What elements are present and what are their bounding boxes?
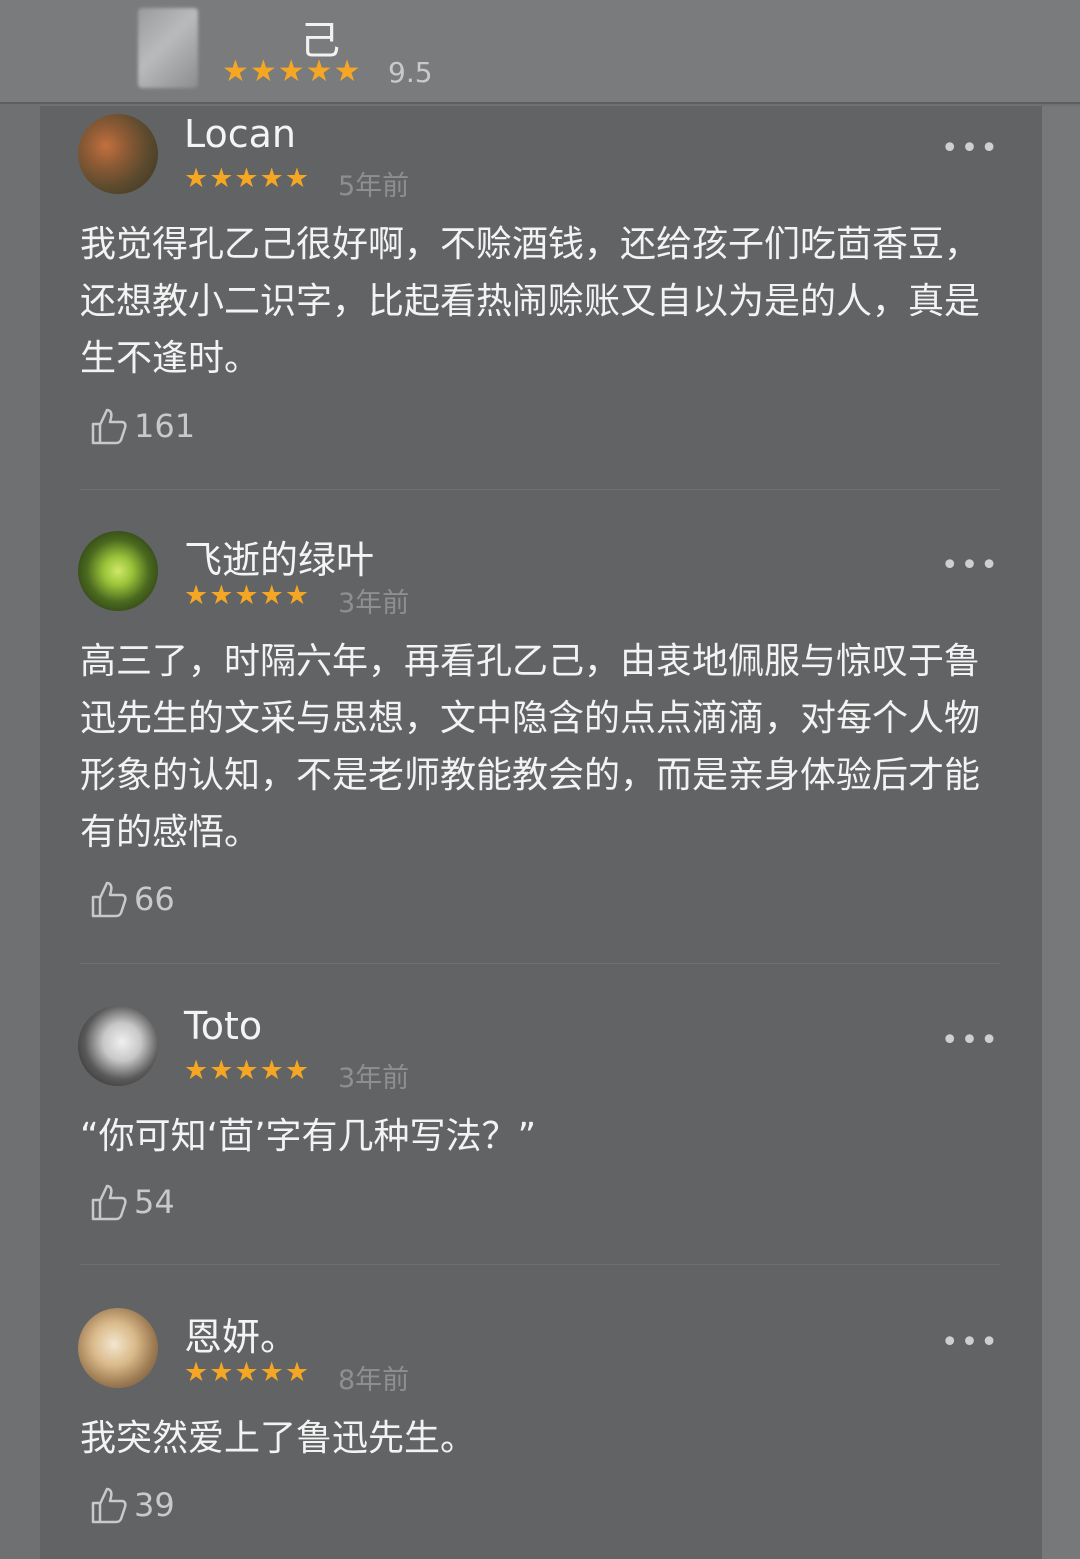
top-bar: 己 ★★★★★ 9.5 <box>0 0 1080 104</box>
avatar[interactable] <box>78 531 158 611</box>
review-card: 恩妍。 ★★★★★ 8年前 ••• 我突然爱上了鲁迅先生。 39 <box>40 1304 1000 1559</box>
username[interactable]: Toto <box>184 1004 262 1048</box>
more-options-icon[interactable]: ••• <box>941 1328 1000 1358</box>
like-count: 39 <box>134 1486 175 1524</box>
book-rating-stars: ★★★★★ <box>222 54 362 89</box>
review-card: 飞逝的绿叶 ★★★★★ 3年前 ••• 高三了，时隔六年，再看孔乙己，由衷地佩服… <box>40 527 1000 962</box>
rating-stars: ★★★★★ <box>184 1357 311 1388</box>
timestamp: 8年前 <box>338 1365 410 1396</box>
like-button[interactable]: 39 <box>90 1485 175 1525</box>
rating-stars: ★★★★★ <box>184 1055 311 1086</box>
thumbs-up-icon <box>91 1184 127 1221</box>
avatar[interactable] <box>78 114 158 194</box>
like-button[interactable]: 161 <box>90 406 195 446</box>
divider <box>80 963 1000 964</box>
like-button[interactable]: 66 <box>90 879 175 919</box>
timestamp: 3年前 <box>338 1063 410 1094</box>
timestamp: 5年前 <box>338 171 410 202</box>
thumbs-up-icon <box>91 408 127 445</box>
book-rating-score: 9.5 <box>388 56 433 89</box>
like-button[interactable]: 54 <box>90 1182 175 1222</box>
review-text: 我突然爱上了鲁迅先生。 <box>80 1418 477 1459</box>
like-count: 66 <box>134 880 175 918</box>
rating-stars: ★★★★★ <box>184 580 311 611</box>
divider <box>80 1264 1000 1265</box>
like-count: 54 <box>134 1183 175 1221</box>
more-options-icon[interactable]: ••• <box>941 551 1000 581</box>
review-text: “你可知‘茴’字有几种写法？” <box>80 1116 537 1157</box>
like-count: 161 <box>134 407 196 445</box>
rating-stars: ★★★★★ <box>184 163 311 194</box>
thumbs-up-icon <box>91 881 127 918</box>
book-cover-image[interactable] <box>138 8 198 88</box>
avatar[interactable] <box>78 1006 158 1086</box>
more-options-icon[interactable]: ••• <box>941 1026 1000 1056</box>
username[interactable]: Locan <box>184 112 296 156</box>
username[interactable]: 飞逝的绿叶 <box>184 529 374 584</box>
divider <box>80 489 1000 490</box>
review-text: 我觉得孔乙己很好啊，不赊酒钱，还给孩子们吃茴香豆，还想教小二识字，比起看热闹赊账… <box>80 224 981 379</box>
review-card: Toto ★★★★★ 3年前 ••• “你可知‘茴’字有几种写法？” 54 <box>40 1002 1000 1264</box>
review-text: 高三了，时隔六年，再看孔乙己，由衷地佩服与惊叹于鲁迅先生的文采与思想，文中隐含的… <box>80 641 981 853</box>
right-edge <box>1042 106 1080 1559</box>
timestamp: 3年前 <box>338 588 410 619</box>
review-card: Locan ★★★★★ 5年前 ••• 我觉得孔乙己很好啊，不赊酒钱，还给孩子们… <box>40 110 1000 490</box>
thumbs-up-icon <box>91 1487 127 1524</box>
more-options-icon[interactable]: ••• <box>941 134 1000 164</box>
avatar[interactable] <box>78 1308 158 1388</box>
username[interactable]: 恩妍。 <box>184 1306 298 1361</box>
